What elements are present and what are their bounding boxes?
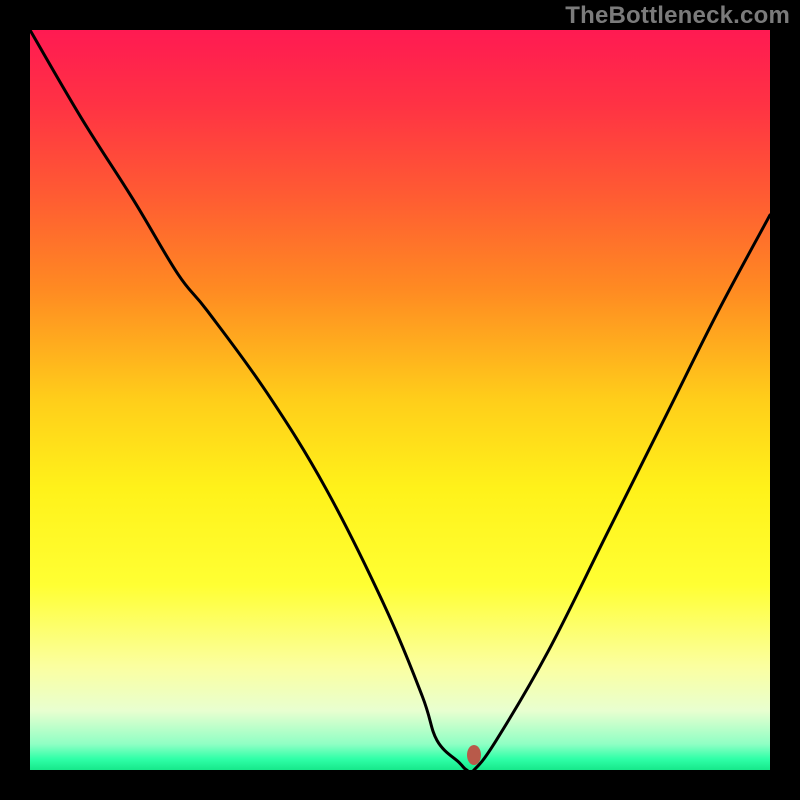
chart-svg — [30, 30, 770, 770]
watermark-label: TheBottleneck.com — [565, 2, 790, 30]
plot-area — [30, 30, 770, 770]
chart-frame: TheBottleneck.com — [0, 0, 800, 800]
optimal-point-marker — [467, 745, 481, 765]
gradient-background — [30, 30, 770, 770]
